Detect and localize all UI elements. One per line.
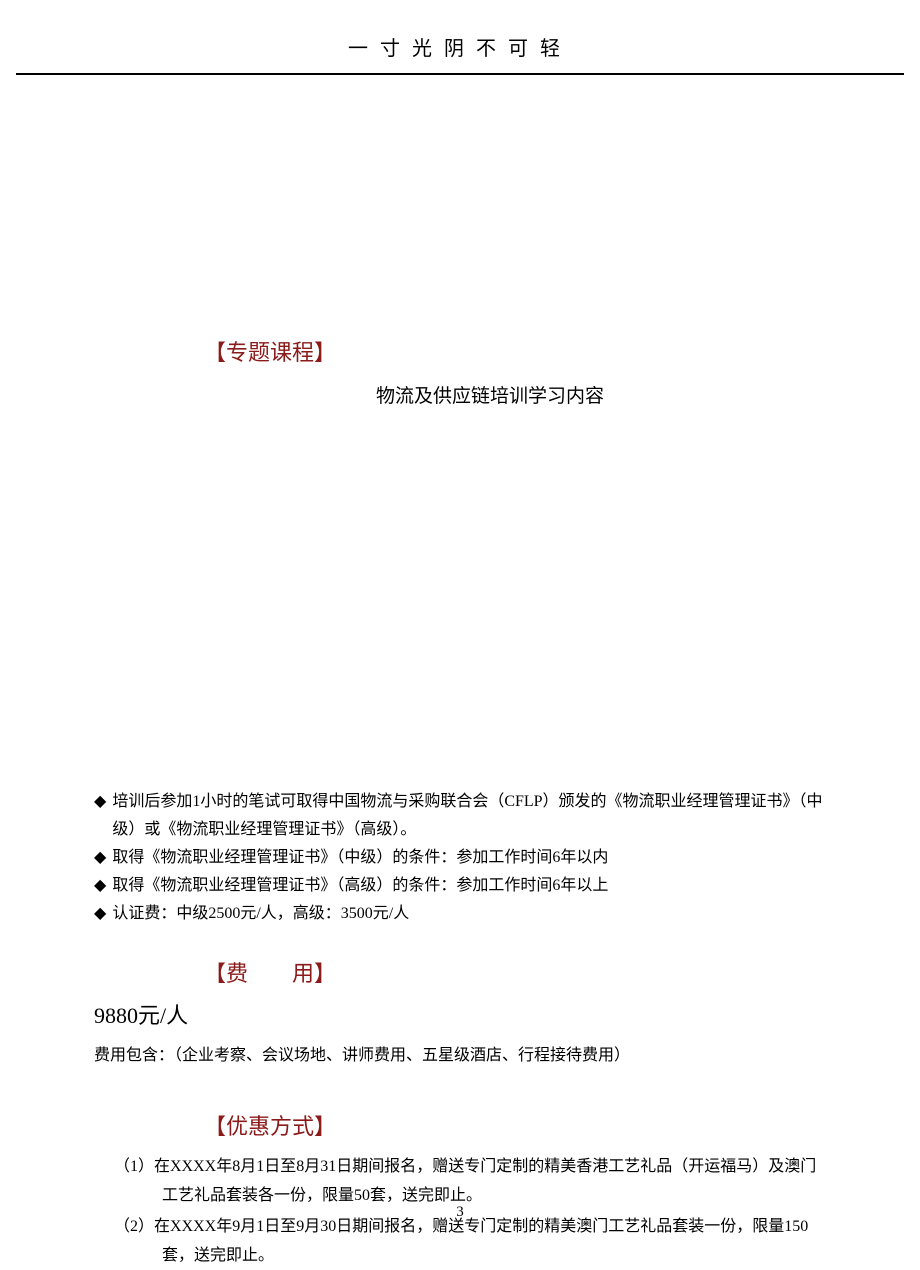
header-divider	[16, 73, 904, 75]
certification-bullet-list: ◆ 培训后参加1小时的笔试可取得中国物流与采购联合会（CFLP）颁发的《物流职业…	[94, 788, 826, 928]
bullet-text: 培训后参加1小时的笔试可取得中国物流与采购联合会（CFLP）颁发的《物流职业经理…	[112, 788, 826, 844]
topics-subtitle: 物流及供应链培训学习内容	[154, 381, 826, 408]
page-header-motto: 一寸光阴不可轻	[0, 0, 920, 73]
diamond-bullet-icon: ◆	[94, 900, 106, 928]
page-number: 3	[0, 1204, 920, 1221]
topics-heading: 【专题课程】	[204, 335, 826, 367]
fee-includes: 费用包含：（企业考察、会议场地、讲师费用、五星级酒店、行程接待费用）	[94, 1042, 826, 1069]
diamond-bullet-icon: ◆	[94, 872, 106, 900]
diamond-bullet-icon: ◆	[94, 844, 106, 872]
list-item: （1）在XXXX年8月1日至8月31日期间报名，赠送专门定制的精美香港工艺礼品（…	[94, 1153, 826, 1211]
bullet-text: 取得《物流职业经理管理证书》（高级）的条件：参加工作时间6年以上	[112, 872, 826, 900]
list-item: ◆ 培训后参加1小时的笔试可取得中国物流与采购联合会（CFLP）颁发的《物流职业…	[94, 788, 826, 844]
bullet-text: 取得《物流职业经理管理证书》（中级）的条件：参加工作时间6年以内	[112, 844, 826, 872]
discount-heading: 【优惠方式】	[204, 1109, 826, 1141]
list-item: （2）在XXXX年9月1日至9月30日期间报名，赠送专门定制的精美澳门工艺礼品套…	[94, 1213, 826, 1270]
diamond-bullet-icon: ◆	[94, 788, 106, 816]
page-content: 【专题课程】 物流及供应链培训学习内容 ◆ 培训后参加1小时的笔试可取得中国物流…	[0, 335, 920, 1270]
bullet-text: 认证费：中级2500元/人，高级：3500元/人	[112, 900, 826, 928]
fee-heading: 【费 用】	[204, 956, 826, 988]
fee-price: 9880元/人	[94, 998, 826, 1030]
list-item: ◆ 取得《物流职业经理管理证书》（中级）的条件：参加工作时间6年以内	[94, 844, 826, 872]
list-item: ◆ 取得《物流职业经理管理证书》（高级）的条件：参加工作时间6年以上	[94, 872, 826, 900]
list-item: ◆ 认证费：中级2500元/人，高级：3500元/人	[94, 900, 826, 928]
